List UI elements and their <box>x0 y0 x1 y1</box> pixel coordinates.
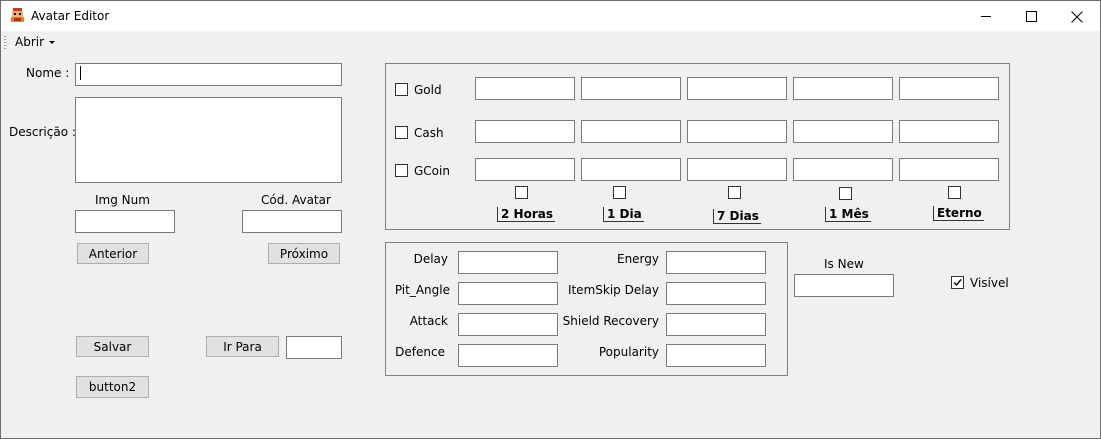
ir-para-input[interactable] <box>286 336 342 359</box>
period-7dias-label: 7 Dias <box>713 209 761 224</box>
maximize-button[interactable] <box>1008 2 1054 31</box>
gold-1mes-input[interactable] <box>793 77 893 100</box>
proximo-button[interactable]: Próximo <box>268 243 340 264</box>
period-1dia-checkbox[interactable] <box>613 186 626 199</box>
window-title: Avatar Editor <box>31 9 110 23</box>
gcoin-1dia-input[interactable] <box>581 158 681 181</box>
cash-2horas-input[interactable] <box>475 120 575 143</box>
gold-1dia-input[interactable] <box>581 77 681 100</box>
period-7dias-checkbox[interactable] <box>728 186 741 199</box>
is-new-input[interactable] <box>794 274 894 297</box>
defence-label: Defence <box>395 345 445 359</box>
period-2horas-checkbox[interactable] <box>515 186 528 199</box>
cash-1dia-input[interactable] <box>581 120 681 143</box>
anterior-button[interactable]: Anterior <box>77 243 149 264</box>
descricao-textarea[interactable] <box>75 97 342 183</box>
menu-abrir-label: Abrir <box>15 35 45 49</box>
minimize-button[interactable] <box>963 2 1009 31</box>
gcoin-eterno-input[interactable] <box>899 158 999 181</box>
gcoin-label: GCoin <box>414 164 450 178</box>
close-button[interactable] <box>1054 2 1100 31</box>
energy-input[interactable] <box>666 251 766 274</box>
popularity-label: Popularity <box>598 345 659 359</box>
delay-input[interactable] <box>458 251 558 274</box>
descricao-label: Descrição : <box>9 125 76 139</box>
pit-angle-input[interactable] <box>458 282 558 305</box>
period-1mes-label: 1 Mês <box>825 207 871 222</box>
period-eterno-label: Eterno <box>933 206 984 221</box>
gold-2horas-input[interactable] <box>475 77 575 100</box>
cash-checkbox[interactable] <box>395 126 408 139</box>
delay-label: Delay <box>413 252 448 266</box>
text-cursor <box>80 66 81 80</box>
gcoin-7dias-input[interactable] <box>687 158 787 181</box>
gold-eterno-input[interactable] <box>899 77 999 100</box>
attack-label: Attack <box>409 314 448 328</box>
menu-bar <box>1 31 1100 53</box>
shield-recovery-label: Shield Recovery <box>562 314 659 328</box>
period-2horas-label: 2 Horas <box>497 207 555 222</box>
popularity-input[interactable] <box>666 344 766 367</box>
menu-grip <box>4 36 6 49</box>
visivel-checkbox[interactable] <box>951 276 964 289</box>
shield-recovery-input[interactable] <box>666 313 766 336</box>
itemskip-delay-label: ItemSkip Delay <box>567 283 659 297</box>
gold-checkbox[interactable] <box>395 83 408 96</box>
is-new-label: Is New <box>824 257 864 271</box>
period-eterno-checkbox[interactable] <box>948 186 961 199</box>
cod-avatar-label: Cód. Avatar <box>261 193 331 207</box>
visivel-label: Visível <box>970 276 1009 290</box>
menu-abrir[interactable]: Abrir <box>15 35 56 49</box>
cash-label: Cash <box>414 126 444 140</box>
period-1dia-label: 1 Dia <box>603 207 644 222</box>
app-icon <box>11 8 24 22</box>
gcoin-2horas-input[interactable] <box>475 158 575 181</box>
title-bar: Avatar Editor <box>1 1 1100 31</box>
caret-down-icon <box>49 41 56 44</box>
salvar-button[interactable]: Salvar <box>76 336 149 357</box>
close-icon <box>1071 10 1083 23</box>
nome-label: Nome : <box>26 66 70 80</box>
defence-input[interactable] <box>458 344 558 367</box>
img-num-label: Img Num <box>95 193 150 207</box>
maximize-icon <box>1025 11 1037 22</box>
cod-avatar-input[interactable] <box>242 210 342 233</box>
gold-7dias-input[interactable] <box>687 77 787 100</box>
cash-1mes-input[interactable] <box>793 120 893 143</box>
gcoin-1mes-input[interactable] <box>793 158 893 181</box>
pit-angle-label: Pit_Angle <box>394 283 450 297</box>
minimize-icon <box>980 16 991 17</box>
gcoin-checkbox[interactable] <box>395 164 408 177</box>
img-num-input[interactable] <box>75 210 175 233</box>
cash-eterno-input[interactable] <box>899 120 999 143</box>
cash-7dias-input[interactable] <box>687 120 787 143</box>
checkmark-icon <box>953 279 962 287</box>
button2-button[interactable]: button2 <box>76 376 149 398</box>
attack-input[interactable] <box>458 313 558 336</box>
period-1mes-checkbox[interactable] <box>839 187 852 200</box>
nome-input[interactable] <box>75 63 342 86</box>
energy-label: Energy <box>616 252 659 266</box>
gold-label: Gold <box>414 83 442 97</box>
itemskip-delay-input[interactable] <box>666 282 766 305</box>
ir-para-button[interactable]: Ir Para <box>206 336 279 357</box>
